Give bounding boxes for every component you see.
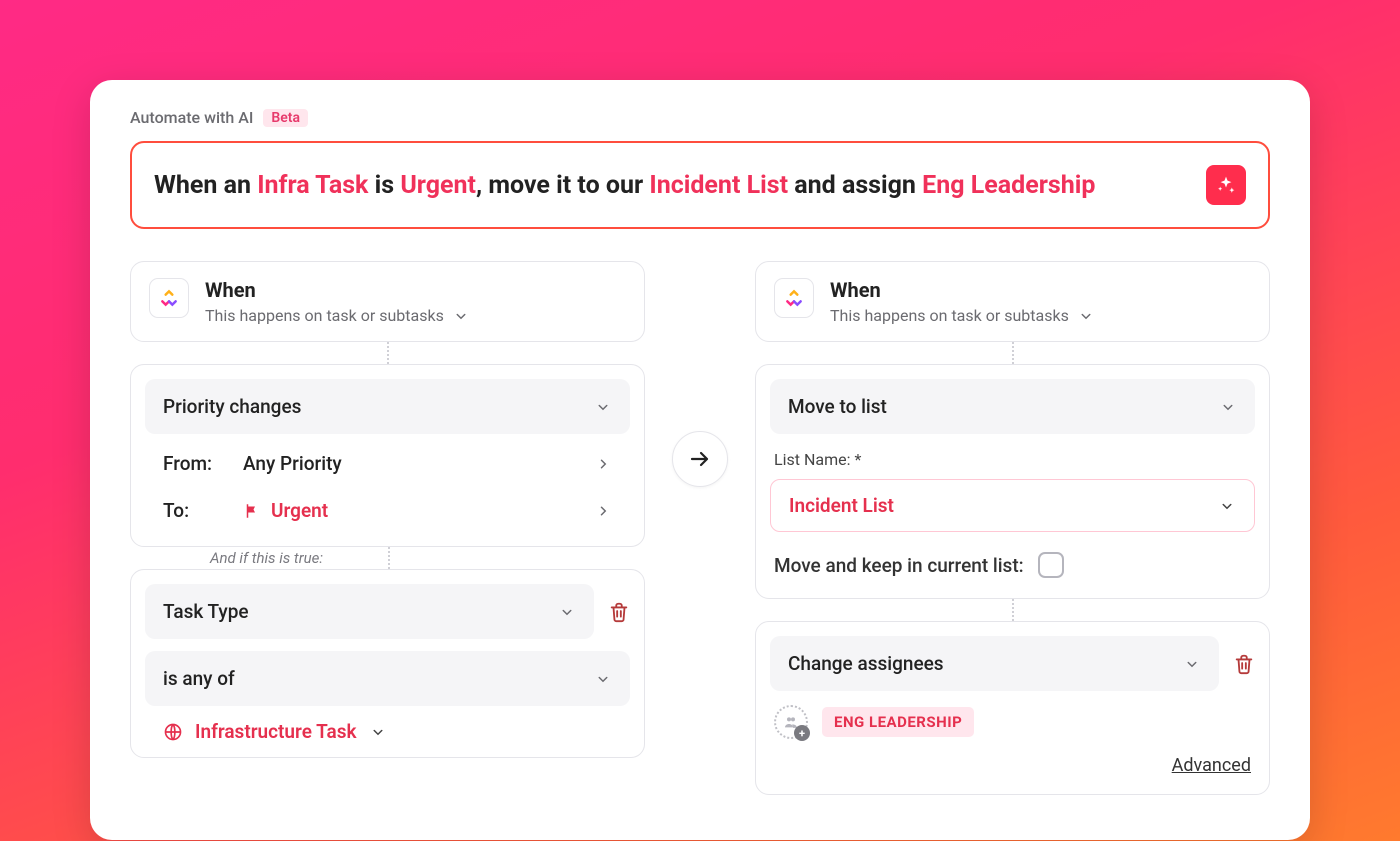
globe-icon (163, 722, 183, 742)
ai-prompt-highlight: Urgent (400, 171, 476, 200)
trigger-filter-card: Task Type is any of Infrastructure Task (130, 569, 645, 758)
list-name-label: List Name: * (774, 450, 1251, 469)
action-type-label: Move to list (788, 395, 887, 418)
chevron-down-icon (558, 603, 576, 621)
list-name-value: Incident List (789, 494, 894, 517)
action-when-subtitle: This happens on task or subtasks (830, 306, 1069, 325)
trigger-event-select[interactable]: Priority changes (145, 379, 630, 434)
chevron-down-icon (1077, 307, 1095, 325)
clickup-logo-chip (774, 278, 814, 318)
action-when-card[interactable]: When This happens on task or subtasks (755, 261, 1270, 342)
automate-with-ai-label: Automate with AI Beta (130, 108, 1270, 127)
from-value: Any Priority (243, 452, 594, 475)
list-name-select[interactable]: Incident List (770, 479, 1255, 532)
from-label: From: (163, 452, 243, 475)
ai-prompt-text: When an Infra Task is Urgent, move it to… (154, 171, 1192, 200)
ai-prompt-segment: is (368, 171, 400, 200)
trigger-when-title: When (205, 278, 470, 302)
clickup-logo-icon (159, 288, 179, 308)
chevron-down-icon (369, 723, 387, 741)
ai-generate-button[interactable] (1206, 165, 1246, 205)
ai-prompt-segment: and assign (788, 171, 922, 200)
flag-icon (243, 502, 261, 520)
trash-icon[interactable] (1233, 653, 1255, 675)
to-label: To: (163, 499, 243, 522)
trigger-to-action-arrow (672, 431, 728, 487)
beta-badge: Beta (263, 109, 308, 127)
trigger-event-label: Priority changes (163, 395, 301, 418)
ai-prompt-input[interactable]: When an Infra Task is Urgent, move it to… (130, 141, 1270, 229)
change-assignees-select[interactable]: Change assignees (770, 636, 1219, 691)
chevron-right-icon (594, 502, 612, 520)
priority-to-row[interactable]: To: Urgent (145, 481, 630, 528)
ai-prompt-highlight: Eng Leadership (922, 171, 1095, 200)
and-if-label: And if this is true: (210, 549, 323, 567)
keep-in-list-label: Move and keep in current list: (774, 554, 1024, 577)
to-value: Urgent (271, 499, 328, 522)
trigger-when-subtitle: This happens on task or subtasks (205, 306, 444, 325)
clickup-logo-icon (784, 288, 804, 308)
add-assignee-button[interactable]: + (774, 705, 808, 739)
trash-icon[interactable] (608, 601, 630, 623)
chevron-right-icon (594, 455, 612, 473)
action-when-title: When (830, 278, 1095, 302)
advanced-link[interactable]: Advanced (770, 755, 1255, 776)
action-column: When This happens on task or subtasks Mo… (755, 261, 1270, 795)
action-type-select[interactable]: Move to list (770, 379, 1255, 434)
filter-operator-label: is any of (163, 667, 235, 690)
priority-from-row[interactable]: From: Any Priority (145, 434, 630, 481)
chevron-down-icon (1183, 655, 1201, 673)
chevron-down-icon (1219, 398, 1237, 416)
filter-field-label: Task Type (163, 600, 249, 623)
filter-value-label: Infrastructure Task (195, 720, 357, 743)
filter-field-select[interactable]: Task Type (145, 584, 594, 639)
automation-builder-panel: Automate with AI Beta When an Infra Task… (90, 80, 1310, 840)
clickup-logo-chip (149, 278, 189, 318)
filter-operator-select[interactable]: is any of (145, 651, 630, 706)
ai-prompt-highlight: Incident List (649, 171, 788, 200)
move-to-list-card: Move to list List Name: * Incident List … (755, 364, 1270, 599)
ai-prompt-segment: , move it to our (476, 171, 649, 200)
assignee-team-badge[interactable]: ENG LEADERSHIP (822, 707, 974, 737)
plus-icon: + (794, 725, 810, 741)
arrow-right-icon (688, 447, 712, 471)
filter-value-select[interactable]: Infrastructure Task (145, 706, 630, 743)
ai-prompt-highlight: Infra Task (257, 171, 368, 200)
change-assignees-card: Change assignees + ENG LEADERSHIP Advanc… (755, 621, 1270, 795)
trigger-column: When This happens on task or subtasks Pr… (130, 261, 645, 758)
ai-prompt-segment: When an (154, 171, 257, 200)
chevron-down-icon (1218, 497, 1236, 515)
change-assignees-label: Change assignees (788, 652, 944, 675)
chevron-down-icon (452, 307, 470, 325)
automate-with-ai-text: Automate with AI (130, 108, 253, 127)
chevron-down-icon (594, 670, 612, 688)
sparkle-icon (1216, 175, 1236, 195)
chevron-down-icon (594, 398, 612, 416)
trigger-when-card[interactable]: When This happens on task or subtasks (130, 261, 645, 342)
trigger-event-card: Priority changes From: Any Priority To: … (130, 364, 645, 547)
keep-in-list-checkbox[interactable] (1038, 552, 1064, 578)
